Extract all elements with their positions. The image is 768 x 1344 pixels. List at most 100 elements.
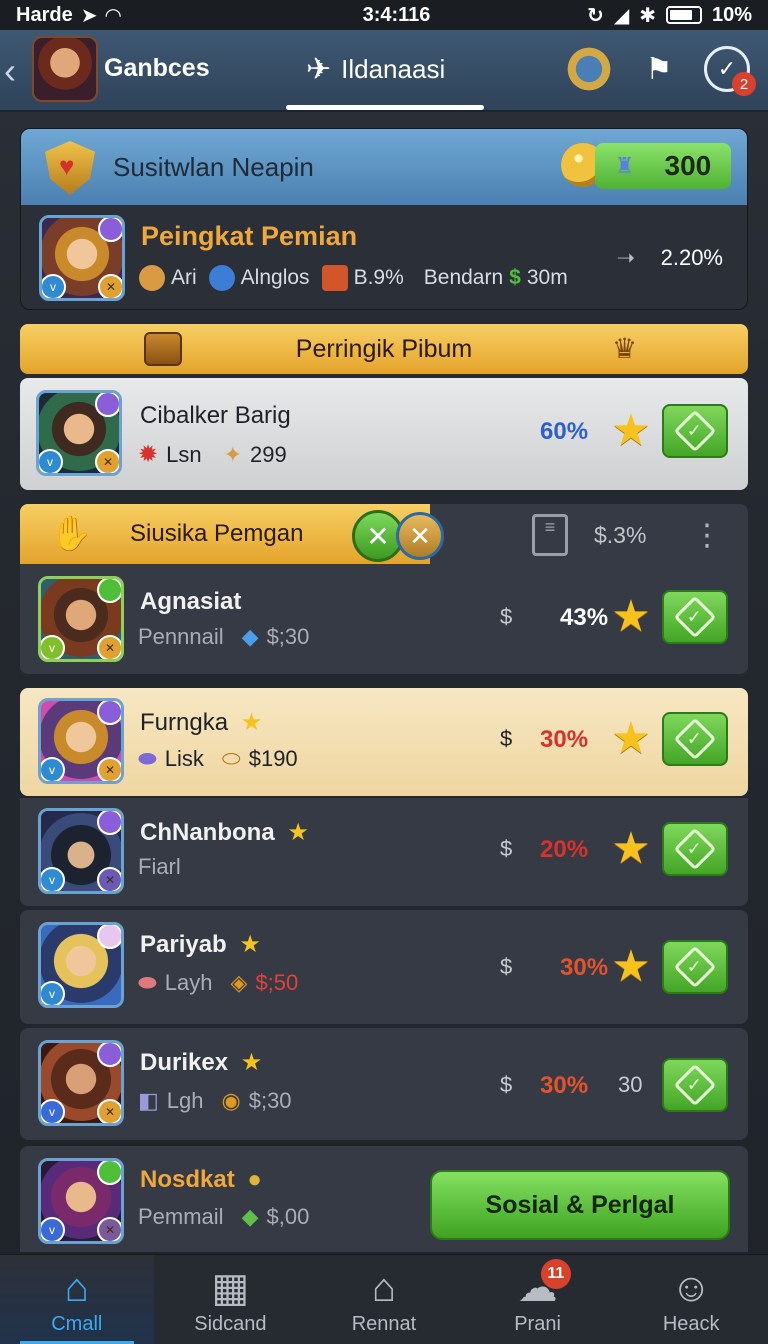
featured-row[interactable]: v ✕ Cibalker Barig ✹ Lsn ✦ 299 60% ★: [20, 378, 748, 490]
nav-label: Heack: [662, 1313, 720, 1335]
rank-badge-icon: [97, 1043, 121, 1067]
confirm-button[interactable]: [662, 822, 728, 876]
sub-a: Lgh: [166, 1088, 204, 1113]
rank-badge-icon: [97, 579, 121, 603]
profile-header: Susitwlan Neapin ♜ 300: [21, 129, 747, 205]
section-title: Perringik Pibum: [295, 334, 473, 363]
sub-a: Pennnail: [138, 624, 224, 649]
home-icon: ⌂: [64, 1266, 89, 1310]
social-button[interactable]: Sosial & Perlgal: [430, 1170, 730, 1240]
page-title: Ganbces: [104, 54, 210, 82]
gear-icon: ✕: [97, 867, 121, 891]
grid-icon: ▦: [211, 1266, 250, 1310]
confirm-button[interactable]: [662, 940, 728, 994]
currency-label: $: [500, 836, 513, 861]
profile-stats: Ari Alnglos B.9% Bendarn $ 30m: [139, 265, 568, 291]
tab-current[interactable]: ✈ Ildanaasi: [306, 52, 445, 87]
shop-icon: ⌂: [371, 1266, 397, 1310]
profile-heading: Susitwlan Neapin: [113, 151, 314, 182]
trash-icon[interactable]: ≡: [532, 514, 568, 556]
star-badge-icon: ★: [287, 819, 309, 846]
toggle-pair[interactable]: ✕ ✕: [352, 508, 448, 562]
nav-home[interactable]: ⌂ Cmall: [0, 1255, 154, 1344]
candy-icon: ⬬: [138, 970, 157, 995]
player-percent: 30%: [540, 726, 589, 753]
star-icon[interactable]: ★: [608, 408, 654, 454]
more-icon[interactable]: ⋮: [692, 518, 722, 553]
verified-icon: v: [41, 1099, 65, 1123]
signal-icon: ◢: [613, 4, 630, 27]
sub-a: Lisk: [164, 746, 204, 771]
nav-messages[interactable]: ☁ Prani 11: [461, 1255, 615, 1344]
notification-badge: 2: [732, 72, 756, 96]
sub-section-title: Siusika Pemgan: [130, 520, 304, 547]
sub-a: Lsn: [166, 441, 202, 467]
player-percent: 43%: [560, 604, 609, 631]
player-percent: 60%: [540, 418, 589, 445]
score-button[interactable]: ♜ 300: [595, 143, 731, 189]
player-avatar: v ✕: [38, 808, 124, 894]
confirm-button[interactable]: [662, 404, 728, 458]
profile-avatar[interactable]: v ✕: [39, 215, 125, 301]
person-icon: ☺: [670, 1266, 712, 1310]
book-icon: [144, 332, 182, 366]
player-avatar: v ✕: [38, 1040, 124, 1126]
nav-profile[interactable]: ☺ Heack: [614, 1255, 768, 1344]
back-button[interactable]: ‹: [4, 50, 28, 92]
player-row[interactable]: v ✕ ChNanbona ★ Fiarl $ 20% ★: [20, 798, 748, 906]
star-icon[interactable]: ★: [608, 944, 654, 990]
stat-b: Alnglos: [240, 266, 310, 289]
player-name-text: Durikex: [140, 1049, 229, 1076]
star-icon[interactable]: ★: [608, 826, 654, 872]
star-icon[interactable]: ★: [608, 716, 654, 762]
decline-icon[interactable]: ✕: [396, 512, 444, 560]
rank-badge-icon: [97, 925, 121, 949]
arrow-icon: ➝: [616, 245, 635, 270]
player-name-text: Pariyab: [140, 931, 227, 958]
sub-b: $190: [248, 746, 298, 771]
player-sub: ⬬ Layh ◈ $;50: [138, 970, 298, 996]
sync-icon: ↻: [587, 4, 604, 27]
gear-icon: ✕: [97, 1217, 121, 1241]
key-icon: ◆: [241, 1204, 259, 1229]
gem-icon: [208, 265, 235, 291]
player-row[interactable]: v ✕ Durikex ★ ◧ Lgh ◉ $;30 $ 30% 30: [20, 1028, 748, 1140]
confirm-button[interactable]: [662, 1058, 728, 1112]
user-avatar[interactable]: [32, 36, 98, 102]
crown-icon: ♛: [612, 333, 638, 364]
app-header: ‹ Ganbces ✈ Ildanaasi ⚑ ✓ 2: [0, 30, 768, 112]
verified-icon: v: [41, 635, 65, 659]
section-header: Perringik Pibum ♛: [20, 324, 748, 374]
leaderboard-icon[interactable]: ⚑: [636, 46, 682, 92]
pill-icon: ⬬: [138, 746, 157, 771]
bluetooth-icon: ✱: [639, 4, 656, 27]
player-sub: ✹ Lsn ✦ 299: [138, 440, 287, 469]
nav-shop[interactable]: ⌂ Rennat: [307, 1255, 461, 1344]
battery-percent: 10%: [711, 3, 752, 26]
sub-b: 299: [250, 441, 287, 467]
rank-badge-icon: [95, 393, 119, 417]
confirm-button[interactable]: [662, 712, 728, 766]
nav-badge: 11: [540, 1259, 571, 1289]
player-percent: 30%: [560, 954, 609, 981]
gear-icon: ✕: [98, 274, 122, 298]
star-badge-icon: ★: [240, 709, 263, 736]
medal-icon[interactable]: [566, 46, 612, 92]
verified-icon: v: [41, 1217, 65, 1241]
shield-icon: [35, 137, 105, 197]
bottom-nav: ⌂ Cmall ▦ Sidcand ⌂ Rennat ☁ Prani 11 ☺ …: [0, 1254, 768, 1344]
nav-grid[interactable]: ▦ Sidcand: [154, 1255, 308, 1344]
wifi-icon: ◠: [105, 4, 121, 27]
verified-icon: v: [42, 274, 66, 298]
player-percent: 30%: [540, 1072, 589, 1099]
player-avatar: v ✕: [38, 1158, 124, 1244]
rank-badge-icon: [98, 218, 122, 242]
nav-label: Sidcand: [194, 1313, 267, 1335]
player-row[interactable]: v ✕ Agnasiat Pennnail ◆ $;30 $ 43% ★: [20, 566, 748, 674]
player-row[interactable]: v Pariyab ★ ⬬ Layh ◈ $;50 $ 30% ★: [20, 910, 748, 1024]
player-row-highlighted[interactable]: v ✕ Furngka ★ ⬬ Lisk ⬭ $190 $ 30% ★: [20, 688, 748, 796]
star-icon[interactable]: ★: [608, 594, 654, 640]
confirm-button[interactable]: [662, 590, 728, 644]
player-name: Nosdkat ●: [140, 1166, 262, 1194]
gear-icon: ✕: [95, 449, 119, 473]
